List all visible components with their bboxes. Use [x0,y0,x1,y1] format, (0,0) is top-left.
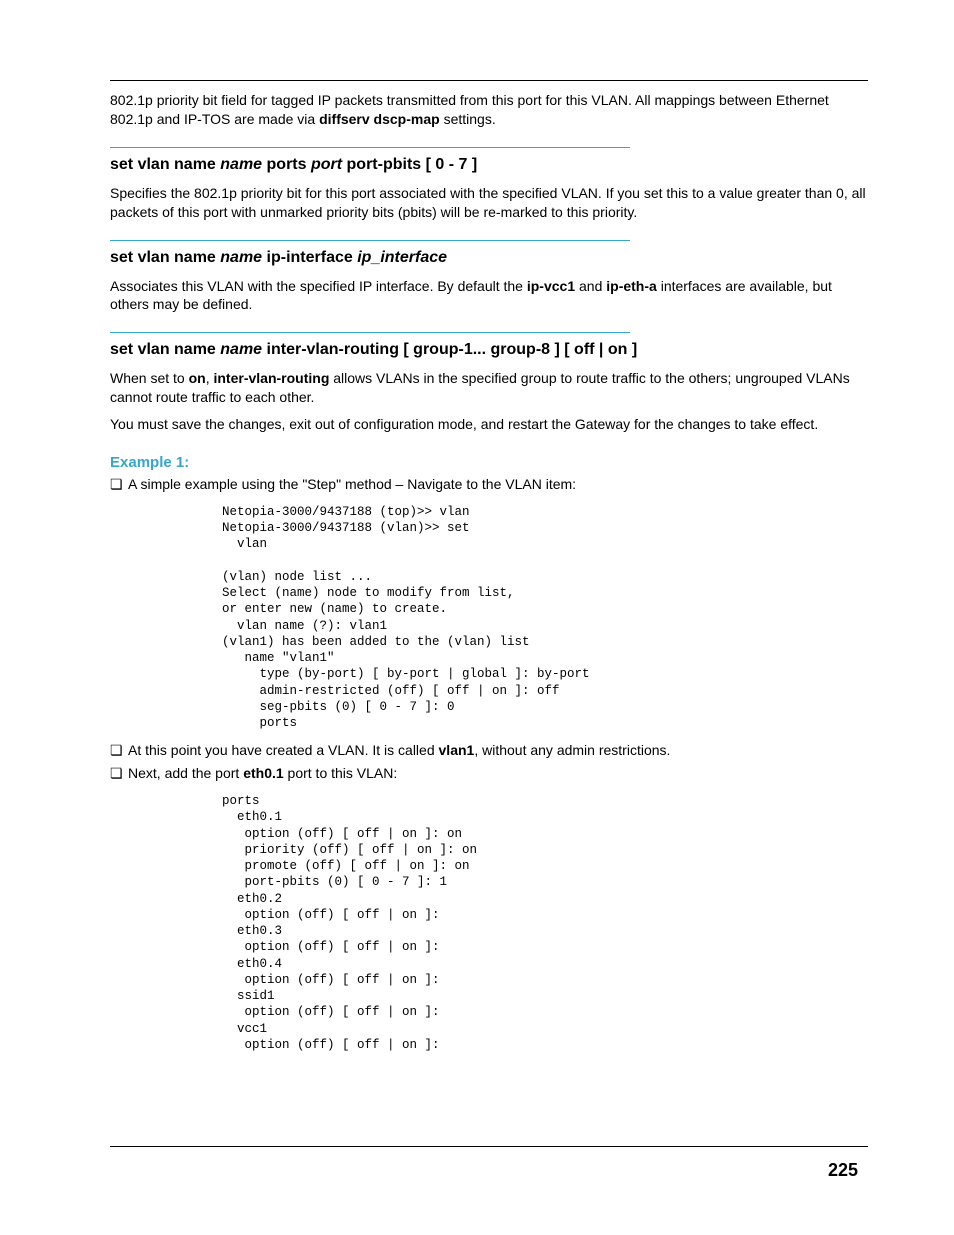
bullet-bold: vlan1 [439,742,475,758]
heading-text: set vlan name [110,156,220,173]
bullet-text: , without any admin restrictions. [474,742,670,758]
section-rule [110,147,630,148]
bullet-item: ❏Next, add the port eth0.1 port to this … [110,764,868,783]
heading-text: port-pbits [ 0 - 7 ] [342,156,477,173]
bullet-item: ❏A simple example using the "Step" metho… [110,475,868,494]
bullet-item: ❏At this point you have created a VLAN. … [110,741,868,760]
heading-text: ports [262,156,311,173]
section-body: Associates this VLAN with the specified … [110,277,868,315]
body-bold: inter-vlan-routing [213,370,329,386]
body-text: Associates this VLAN with the specified … [110,278,527,294]
intro-paragraph: 802.1p priority bit field for tagged IP … [110,91,868,129]
section-heading-inter-vlan-routing: set vlan name name inter-vlan-routing [ … [110,341,868,359]
bullet-text: A simple example using the "Step" method… [128,476,576,492]
section-body: Specifies the 802.1p priority bit for th… [110,184,868,222]
code-block: Netopia-3000/9437188 (top)>> vlan Netopi… [222,504,868,732]
code-block: ports eth0.1 option (off) [ off | on ]: … [222,793,868,1053]
top-rule [110,80,868,81]
heading-text: set vlan name [110,249,220,266]
heading-ital: name [220,249,262,266]
body-bold: ip-vcc1 [527,278,575,294]
heading-ital: name [220,156,262,173]
body-bold: ip-eth-a [606,278,657,294]
bullet-text: At this point you have created a VLAN. I… [128,742,439,758]
bottom-rule [110,1146,868,1147]
section-body: You must save the changes, exit out of c… [110,415,868,434]
section-rule [110,332,630,333]
body-text: and [575,278,606,294]
section-heading-ip-interface: set vlan name name ip-interface ip_inter… [110,249,868,267]
bullet-icon: ❏ [110,475,128,494]
heading-ital: port [311,156,342,173]
bullet-icon: ❏ [110,741,128,760]
body-text: When set to [110,370,189,386]
heading-ital: name [220,341,262,358]
bullet-text: port to this VLAN: [284,765,398,781]
bullet-text: Next, add the port [128,765,243,781]
page-number: 225 [828,1160,858,1181]
intro-bold: diffserv dscp-map [319,111,440,127]
heading-ital: ip_interface [357,249,447,266]
example-heading: Example 1: [110,454,868,471]
heading-text: inter-vlan-routing [ group-1... group-8 … [262,341,637,358]
document-page: 802.1p priority bit field for tagged IP … [0,0,954,1235]
intro-text-b: settings. [440,111,496,127]
body-bold: on [189,370,206,386]
bullet-icon: ❏ [110,764,128,783]
section-heading-port-pbits: set vlan name name ports port port-pbits… [110,156,868,174]
bullet-bold: eth0.1 [243,765,283,781]
section-body: When set to on, inter-vlan-routing allow… [110,369,868,407]
heading-text: set vlan name [110,341,220,358]
section-rule [110,240,630,241]
heading-text: ip-interface [262,249,357,266]
